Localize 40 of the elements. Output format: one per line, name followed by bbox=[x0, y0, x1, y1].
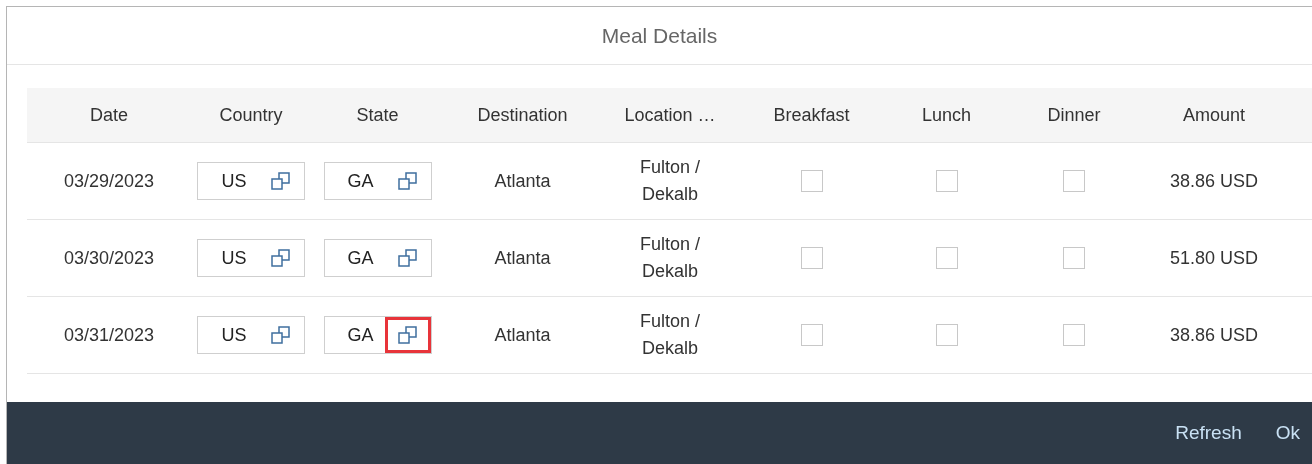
destination-cell-text: Atlanta bbox=[494, 169, 551, 193]
date-cell-text: 03/30/2023 bbox=[63, 246, 155, 270]
column-header: State bbox=[356, 103, 399, 127]
destination-cell-text: Atlanta bbox=[494, 323, 551, 347]
dialog-title: Meal Details bbox=[601, 22, 718, 49]
input-field[interactable]: GA bbox=[323, 239, 432, 277]
checkbox[interactable] bbox=[1063, 170, 1085, 192]
column-header: Destination bbox=[477, 103, 568, 127]
checkbox[interactable] bbox=[935, 247, 958, 269]
input-field[interactable]: GA bbox=[323, 162, 432, 200]
destination-cell-text: Atlanta bbox=[494, 246, 551, 270]
location-cell-text: Fulton / Dekalb bbox=[639, 233, 701, 283]
checkbox[interactable] bbox=[935, 324, 958, 346]
column-header: Location … bbox=[624, 103, 716, 127]
checkbox[interactable] bbox=[1063, 324, 1085, 346]
input-field[interactable]: US bbox=[197, 162, 305, 200]
checkbox[interactable] bbox=[1063, 247, 1085, 269]
input-field[interactable]: GA bbox=[323, 316, 432, 354]
date-cell-text: 03/29/2023 bbox=[63, 169, 155, 193]
column-header: Date bbox=[90, 103, 128, 127]
column-header: Amount bbox=[1182, 103, 1245, 127]
column-header: Dinner bbox=[1047, 103, 1101, 127]
column-header: Breakfast bbox=[773, 103, 850, 127]
location-cell-text: Fulton / Dekalb bbox=[639, 156, 701, 206]
location-cell-text: Fulton / Dekalb bbox=[639, 310, 701, 360]
footer-button[interactable]: Refresh bbox=[1169, 414, 1248, 452]
checkbox[interactable] bbox=[800, 247, 823, 269]
input-field[interactable]: US bbox=[197, 239, 305, 277]
column-header: Lunch bbox=[921, 103, 971, 127]
input-field[interactable]: US bbox=[197, 316, 305, 354]
date-cell-text: 03/31/2023 bbox=[63, 323, 155, 347]
checkbox[interactable] bbox=[800, 170, 823, 192]
amount-cell-text: 38.86 USD bbox=[1169, 169, 1259, 193]
footer-button[interactable]: Ok bbox=[1269, 414, 1306, 452]
column-header: Country bbox=[219, 103, 283, 127]
checkbox[interactable] bbox=[800, 324, 823, 346]
amount-cell-text: 51.80 USD bbox=[1169, 246, 1259, 270]
amount-cell-text: 38.86 USD bbox=[1169, 323, 1259, 347]
value-help-icon[interactable] bbox=[384, 317, 431, 353]
checkbox[interactable] bbox=[935, 170, 958, 192]
